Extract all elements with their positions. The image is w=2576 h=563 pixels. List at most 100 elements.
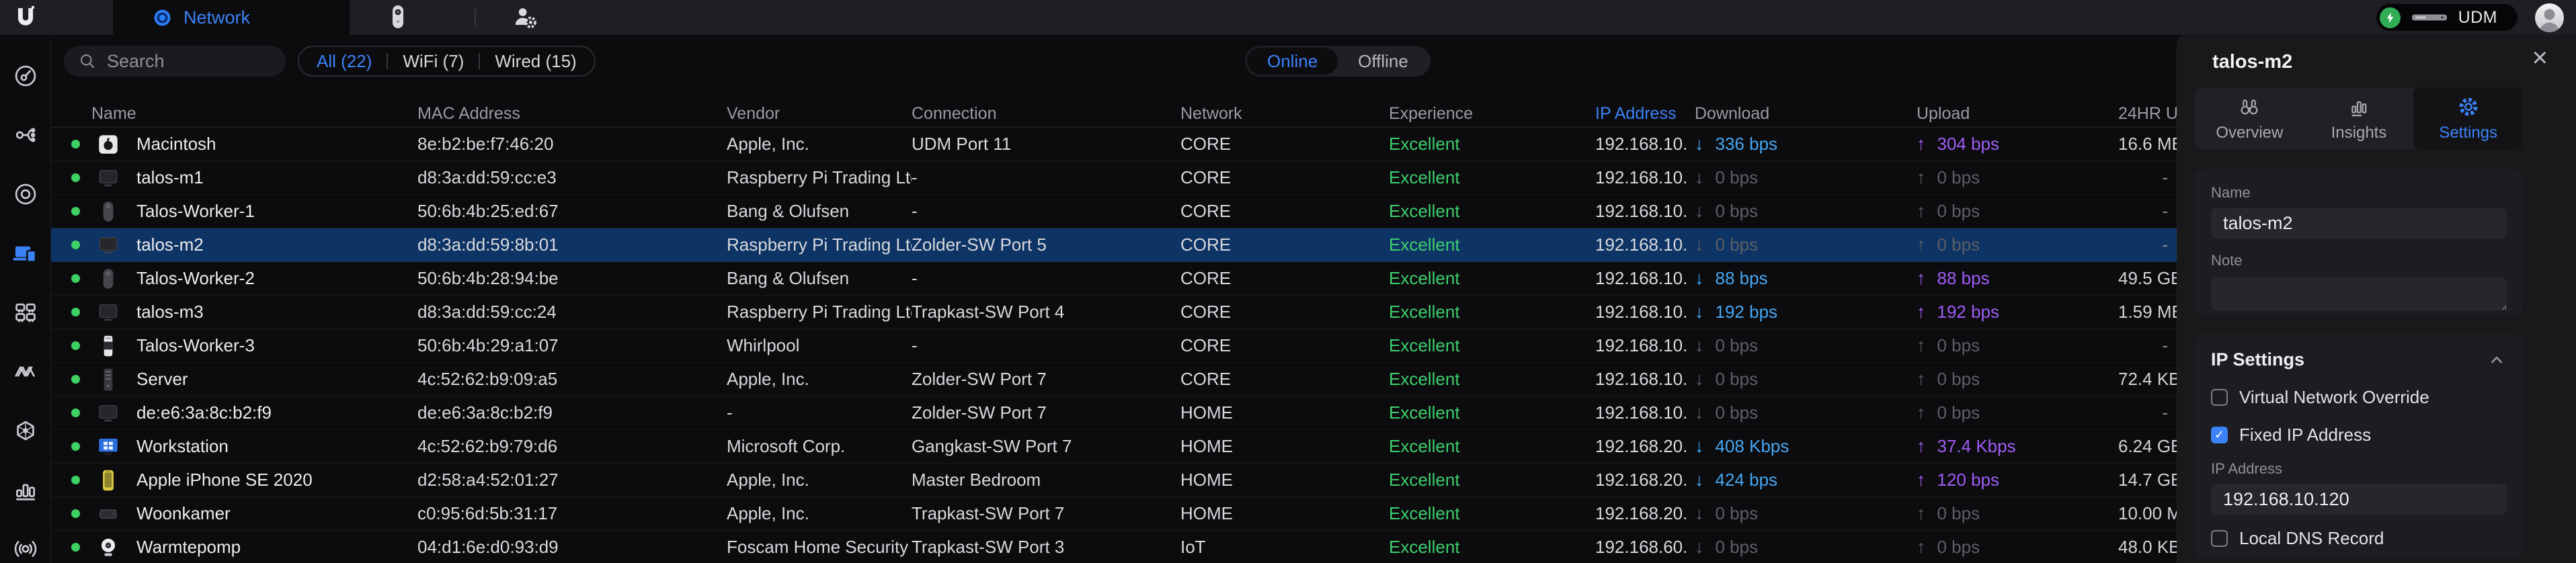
experience: Excellent: [1389, 134, 1595, 155]
fixed-ip-option[interactable]: ✓ Fixed IP Address: [2211, 425, 2507, 445]
table-row-talos-worker-3[interactable]: Talos-Worker-350:6b:4b:29:a1:07Whirlpool…: [51, 329, 2177, 363]
column-header-connection[interactable]: Connection: [912, 104, 1180, 124]
nav-tab-protect-icon[interactable]: [385, 4, 411, 31]
upload: ↑0 bps: [1910, 369, 2118, 390]
panel-tab-overview[interactable]: Overview: [2195, 87, 2304, 149]
sidebar-item-device-groups-icon[interactable]: [13, 300, 38, 325]
toggle-online[interactable]: Online: [1247, 48, 1338, 75]
panel-tab-settings[interactable]: Settings: [2413, 87, 2523, 149]
fixed-ip-checkbox[interactable]: ✓: [2211, 427, 2228, 443]
panel-tab-insights[interactable]: Insights: [2304, 87, 2414, 149]
column-header-mac-address[interactable]: MAC Address: [417, 104, 727, 124]
status-dot-online-icon: [71, 442, 80, 451]
download-arrow-icon: ↓: [1695, 134, 1704, 155]
table-row-apple-iphone-se-2020[interactable]: Apple iPhone SE 2020d2:58:a4:52:01:27App…: [51, 464, 2177, 497]
local-dns-checkbox[interactable]: [2211, 530, 2228, 547]
connection: -: [912, 335, 1180, 356]
table-row-warmtepomp[interactable]: Warmtepomp04:d1:6e:d0:93:d9Foscam Home S…: [51, 531, 2177, 563]
user-avatar[interactable]: [2535, 3, 2564, 32]
column-header-ip-address[interactable]: IP Address: [1595, 104, 1688, 124]
table-row-talos-worker-2[interactable]: Talos-Worker-250:6b:4b:28:94:beBang & Ol…: [51, 262, 2177, 296]
column-header-network[interactable]: Network: [1180, 104, 1389, 124]
mac-address: 4c:52:62:b9:79:d6: [417, 436, 727, 457]
experience: Excellent: [1389, 402, 1595, 423]
unifi-logo-icon[interactable]: [0, 5, 51, 30]
download: ↓0 bps: [1688, 167, 1910, 188]
experience: Excellent: [1389, 302, 1595, 322]
windows-pc-icon: [95, 434, 121, 460]
table-row-talos-m3[interactable]: talos-m3d8:3a:dd:59:cc:24Raspberry Pi Tr…: [51, 296, 2177, 329]
upload-arrow-icon: ↑: [1917, 436, 1926, 457]
filter-wifi-7[interactable]: WiFi (7): [403, 51, 464, 72]
upload-arrow-icon: ↑: [1917, 503, 1926, 524]
client-name: Macintosh: [136, 134, 216, 155]
sidebar-item-network-map-icon[interactable]: [13, 418, 38, 443]
client-name-field[interactable]: [2211, 208, 2507, 239]
ip-address: 192.168.10.110: [1595, 167, 1688, 188]
table-row-talos-m1[interactable]: talos-m1d8:3a:dd:59:cc:e3Raspberry Pi Tr…: [51, 161, 2177, 195]
status-dot-online-icon: [71, 241, 80, 249]
table-row-server[interactable]: Server4c:52:62:b9:09:a5Apple, Inc.Zolder…: [51, 363, 2177, 396]
table-row-macintosh[interactable]: Macintosh8e:b2:be:f7:46:20Apple, Inc.UDM…: [51, 128, 2177, 161]
upload-arrow-icon: ↑: [1917, 134, 1926, 155]
chevron-up-icon[interactable]: [2487, 350, 2507, 370]
download-arrow-icon: ↓: [1695, 335, 1704, 356]
download: ↓408 Kbps: [1688, 436, 1910, 457]
column-header-download[interactable]: Download: [1688, 104, 1910, 124]
column-header-experience[interactable]: Experience: [1389, 104, 1595, 124]
client-note-field[interactable]: [2211, 277, 2507, 310]
client-name: Server: [136, 369, 188, 390]
close-icon[interactable]: ×: [2532, 44, 2548, 71]
note-field-label: Note: [2211, 252, 2507, 269]
virtual-network-override-option[interactable]: Virtual Network Override: [2211, 387, 2507, 408]
table-row-talos-worker-1[interactable]: Talos-Worker-150:6b:4b:25:ed:67Bang & Ol…: [51, 195, 2177, 228]
table-row-de-e6-3a-8c-b2-f9[interactable]: de:e6:3a:8c:b2:f9de:e6:3a:8c:b2:f9-Zolde…: [51, 396, 2177, 430]
sidebar-item-unifi-devices-icon[interactable]: [13, 181, 38, 207]
status-dot-online-icon: [71, 509, 80, 518]
upload: ↑192 bps: [1910, 302, 2118, 322]
client-name-cell: Warmtepomp: [51, 535, 417, 560]
column-header-name[interactable]: Name: [51, 104, 417, 124]
console-pill[interactable]: UDM: [2376, 4, 2518, 31]
sidebar-item-statistics-icon[interactable]: [13, 477, 38, 503]
download-arrow-icon: ↓: [1695, 503, 1704, 524]
sidebar-item-gauge-icon[interactable]: [13, 63, 38, 89]
download: ↓0 bps: [1688, 402, 1910, 423]
search-input[interactable]: Search: [64, 46, 286, 77]
speaker-icon: [95, 199, 121, 224]
table-row-talos-m2[interactable]: talos-m2d8:3a:dd:59:8b:01Raspberry Pi Tr…: [51, 228, 2177, 262]
nav-tab-network[interactable]: Network: [113, 0, 350, 35]
sidebar-item-topology-icon[interactable]: [13, 122, 38, 148]
ip-address: 192.168.10.207: [1595, 402, 1688, 423]
upload: ↑0 bps: [1910, 402, 2118, 423]
vendor: Foscam Home Security: [727, 537, 912, 558]
mac-address: d2:58:a4:52:01:27: [417, 470, 727, 490]
local-dns-option[interactable]: Local DNS Record: [2211, 528, 2507, 549]
table-row-workstation[interactable]: Workstation4c:52:62:b9:79:d6Microsoft Co…: [51, 430, 2177, 464]
ip-address-field[interactable]: [2211, 484, 2507, 515]
nav-admins-icon[interactable]: [512, 4, 539, 31]
client-name: Apple iPhone SE 2020: [136, 470, 313, 490]
column-header-vendor[interactable]: Vendor: [727, 104, 912, 124]
mac-address: 50:6b:4b:25:ed:67: [417, 201, 727, 222]
virtual-network-override-checkbox[interactable]: [2211, 389, 2228, 406]
experience: Excellent: [1389, 234, 1595, 255]
raspberry-pi-icon: [95, 400, 121, 426]
upload: ↑0 bps: [1910, 167, 2118, 188]
mac-address: 8e:b2:be:f7:46:20: [417, 134, 727, 155]
sidebar-item-radios-icon[interactable]: [13, 536, 38, 562]
filter-all-22[interactable]: All (22): [317, 51, 372, 72]
client-name-cell: talos-m2: [51, 232, 417, 258]
network: HOME: [1180, 503, 1389, 524]
toggle-offline[interactable]: Offline: [1338, 48, 1428, 75]
raspberry-pi-icon: [95, 232, 121, 258]
client-name: talos-m3: [136, 302, 204, 322]
sidebar-item-insights-waves-icon[interactable]: [13, 359, 38, 384]
vendor: Apple, Inc.: [727, 503, 912, 524]
filter-wired-15[interactable]: Wired (15): [495, 51, 576, 72]
column-header-upload[interactable]: Upload: [1910, 104, 2118, 124]
usage-24hr: 49.5 GB: [2118, 268, 2177, 289]
experience: Excellent: [1389, 369, 1595, 390]
sidebar-item-clients-icon[interactable]: [13, 241, 38, 266]
table-row-woonkamer[interactable]: Woonkamerc0:95:6d:5b:31:17Apple, Inc.Tra…: [51, 497, 2177, 531]
